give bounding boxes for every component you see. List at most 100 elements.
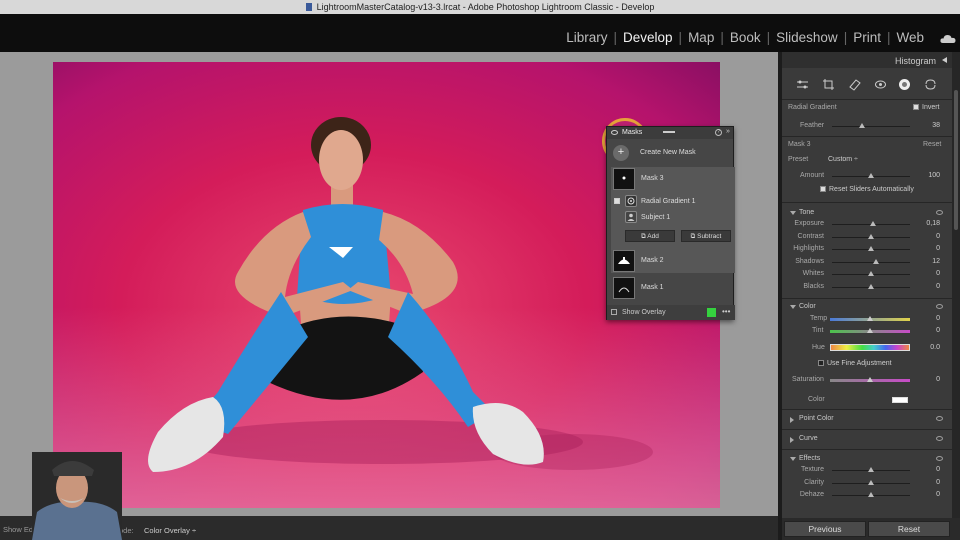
saturation-value[interactable]: 0 [936, 376, 940, 383]
slider-value[interactable]: 0 [936, 466, 940, 473]
slider-value[interactable]: 0 [936, 479, 940, 486]
scrollbar-thumb[interactable] [954, 90, 958, 230]
component-radial-gradient[interactable]: Radial Gradient 1 [611, 195, 731, 209]
expand-icon[interactable]: » [726, 128, 730, 135]
slider-value[interactable]: 0 [936, 245, 940, 252]
collapse-histogram-icon[interactable] [942, 57, 947, 63]
presets-icon[interactable] [924, 78, 937, 91]
slider-knob[interactable] [868, 233, 874, 239]
color-section-header[interactable]: Color [782, 300, 952, 314]
masking-icon[interactable] [898, 78, 911, 91]
module-map[interactable]: Map [682, 30, 720, 45]
add-component-button[interactable]: ⧉ Add [625, 230, 675, 242]
masks-panel[interactable]: Masks ? » + Create New Mask Mask 3 Radia… [606, 126, 735, 320]
more-options-icon[interactable]: ••• [722, 307, 730, 316]
expand-triangle-icon[interactable] [790, 211, 796, 215]
slider-knob[interactable] [868, 246, 874, 252]
slider-track[interactable] [832, 284, 910, 289]
slider-track[interactable] [832, 246, 910, 252]
saturation-slider[interactable] [830, 377, 910, 382]
temp-slider[interactable] [830, 316, 910, 321]
hue-slider[interactable] [830, 344, 910, 351]
slider-knob[interactable] [868, 492, 874, 498]
slider-track[interactable] [832, 258, 910, 264]
feather-value[interactable]: 38 [932, 122, 940, 129]
slider-track[interactable] [832, 467, 910, 472]
effects-section-header[interactable]: Effects [782, 452, 952, 466]
amount-slider[interactable] [832, 173, 910, 178]
tint-value[interactable]: 0 [936, 327, 940, 334]
mask-item-mask-1[interactable]: Mask 1 [611, 276, 731, 300]
component-visibility-checkbox[interactable] [614, 198, 620, 204]
module-print[interactable]: Print [847, 30, 887, 45]
eye-icon[interactable] [936, 456, 943, 461]
slider-track[interactable] [832, 492, 910, 498]
eye-icon[interactable] [936, 304, 943, 309]
slider-knob[interactable] [872, 258, 879, 264]
masks-panel-header[interactable]: Masks ? » [607, 127, 733, 139]
slider-knob[interactable] [869, 221, 876, 226]
module-web[interactable]: Web [890, 30, 930, 45]
slider-knob[interactable] [868, 479, 874, 485]
cloud-sync-icon[interactable] [940, 34, 956, 43]
tone-section-header[interactable]: Tone [782, 206, 952, 220]
crop-icon[interactable] [822, 78, 835, 91]
point-color-section-header[interactable]: Point Color [782, 412, 952, 426]
curve-section-header[interactable]: Curve [782, 432, 952, 446]
right-panel-scrollbar[interactable] [952, 52, 960, 518]
fine-adjustment-checkbox[interactable] [818, 360, 824, 366]
invert-checkbox[interactable] [913, 104, 919, 110]
slider-knob[interactable] [868, 271, 874, 277]
slider-value[interactable]: 0 [936, 270, 940, 277]
eraser-icon[interactable] [848, 78, 861, 91]
redeye-icon[interactable] [874, 78, 887, 91]
feather-slider[interactable] [832, 123, 910, 128]
slider-knob[interactable] [868, 467, 874, 472]
expand-triangle-icon[interactable] [790, 305, 796, 309]
tint-slider[interactable] [830, 328, 910, 333]
expand-triangle-icon[interactable] [790, 457, 796, 461]
slider-value[interactable]: 0 [936, 233, 940, 240]
temp-value[interactable]: 0 [936, 315, 940, 322]
color-swatch[interactable] [892, 397, 908, 403]
slider-track[interactable] [832, 479, 910, 485]
module-library[interactable]: Library [560, 30, 613, 45]
eye-icon[interactable] [936, 416, 943, 421]
previous-button[interactable]: Previous [784, 521, 866, 537]
hue-value[interactable]: 0.0 [930, 344, 940, 351]
preset-select[interactable]: Custom ÷ [828, 156, 858, 163]
module-slideshow[interactable]: Slideshow [770, 30, 844, 45]
drag-handle[interactable] [663, 131, 675, 133]
plus-icon[interactable]: + [613, 145, 629, 161]
slider-value[interactable]: 12 [932, 258, 940, 265]
show-overlay-checkbox[interactable] [611, 309, 617, 315]
amount-value[interactable]: 100 [928, 172, 940, 179]
create-new-mask-button[interactable]: + Create New Mask [613, 145, 729, 163]
component-subject[interactable]: Subject 1 [611, 211, 731, 225]
slider-knob[interactable] [868, 284, 874, 289]
sliders-icon[interactable] [796, 78, 809, 91]
slider-track[interactable] [832, 221, 910, 226]
eye-icon[interactable] [936, 210, 943, 215]
slider-track[interactable] [832, 233, 910, 239]
histogram-header[interactable]: Histogram [782, 52, 952, 68]
reset-button[interactable]: Reset [868, 521, 950, 537]
subtract-component-button[interactable]: ⧉ Subtract [681, 230, 731, 242]
eye-icon[interactable] [936, 436, 943, 441]
slider-value[interactable]: 0,18 [926, 220, 940, 227]
collapse-triangle-icon[interactable] [790, 417, 794, 423]
module-book[interactable]: Book [724, 30, 767, 45]
mask-reset-button[interactable]: Reset [923, 141, 941, 148]
slider-track[interactable] [832, 271, 910, 277]
slider-value[interactable]: 0 [936, 491, 940, 498]
overlay-color-swatch[interactable] [707, 308, 716, 317]
mask-item-mask-3[interactable]: Mask 3 [611, 167, 731, 191]
help-icon[interactable]: ? [715, 129, 722, 136]
eye-icon[interactable] [611, 130, 618, 135]
collapse-triangle-icon[interactable] [790, 437, 794, 443]
module-develop[interactable]: Develop [617, 30, 679, 45]
slider-value[interactable]: 0 [936, 283, 940, 290]
mask-item-mask-2[interactable]: Mask 2 [611, 249, 731, 273]
overlay-mode-select[interactable]: Color Overlay ÷ [144, 526, 196, 535]
reset-sliders-checkbox[interactable] [820, 186, 826, 192]
